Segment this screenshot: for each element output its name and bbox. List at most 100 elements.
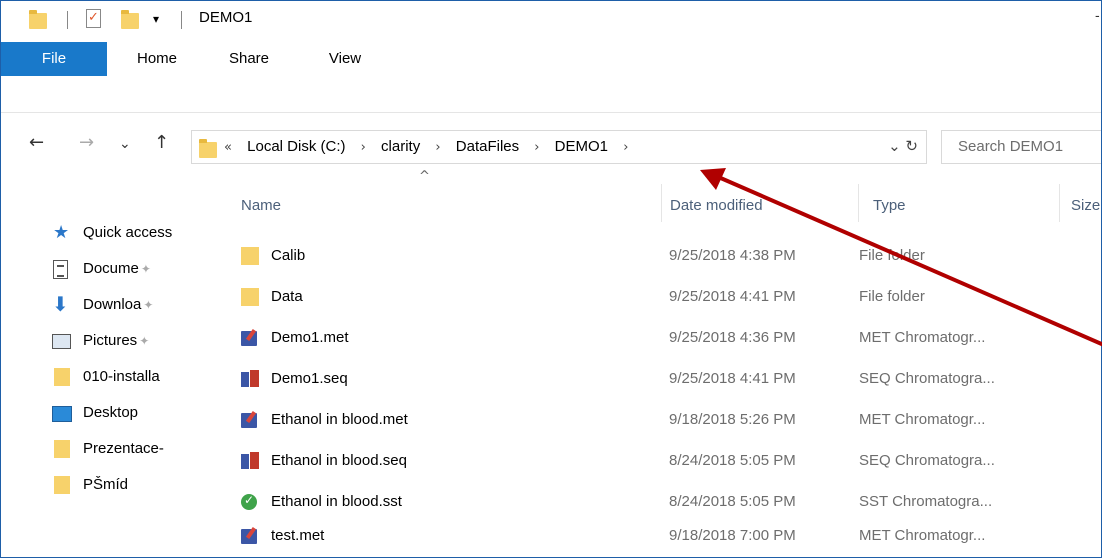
breadcrumb-overflow[interactable]: « [224,140,232,155]
file-date: 9/18/2018 5:26 PM [669,411,796,428]
search-placeholder: Search DEMO1 [958,138,1064,155]
seq-file-icon [241,452,259,470]
folder-icon [54,368,70,386]
new-folder-icon[interactable] [121,10,139,29]
chevron-right-icon[interactable]: › [361,140,366,155]
breadcrumb-datafiles[interactable]: DataFiles [456,138,519,155]
up-arrow-icon[interactable]: ↑ [154,132,169,153]
address-history-dropdown-icon[interactable]: ⌄ [888,137,901,155]
file-date: 8/24/2018 5:05 PM [669,452,796,469]
sidebar-item-label: Prezentace- [83,440,164,457]
sidebar-item-label: PŠmíd [83,476,129,493]
column-header-date-modified[interactable]: Date modified [670,197,763,214]
pin-icon[interactable]: ✦ [141,262,151,276]
file-name: Demo1.seq [271,370,348,387]
tab-share[interactable]: Share [219,42,279,76]
star-icon: ★ [53,222,70,243]
chevron-right-icon[interactable]: › [534,140,539,155]
forward-arrow-icon[interactable]: → [79,132,94,153]
breadcrumb-clarity[interactable]: clarity [381,138,420,155]
sidebar-item-desktop[interactable]: Desktop [1,400,207,428]
address-tools: ⌄ ↻ [888,137,918,155]
file-date: 9/25/2018 4:36 PM [669,329,796,346]
file-row[interactable]: Ethanol in blood.sst 8/24/2018 5:05 PM S… [231,488,1101,518]
file-row[interactable]: Ethanol in blood.seq 8/24/2018 5:05 PM S… [231,447,1101,477]
tab-file[interactable]: File [1,42,107,76]
divider [67,11,68,29]
chevron-right-icon[interactable]: › [623,140,628,155]
minimize-button[interactable]: - [1095,7,1100,23]
sst-file-icon [241,493,257,510]
tab-view[interactable]: View [319,42,371,76]
file-type: SEQ Chromatogra... [859,452,995,469]
breadcrumb: « Local Disk (C:) › clarity › DataFiles … [224,138,639,155]
refresh-icon[interactable]: ↻ [905,137,918,155]
sidebar-item-documents[interactable]: Docume ✦ [1,256,207,284]
column-header-type[interactable]: Type [873,197,906,214]
file-name: Calib [271,247,306,264]
file-type: MET Chromatogr... [859,329,986,346]
column-header-size[interactable]: Size [1071,197,1100,214]
file-date: 9/25/2018 4:41 PM [669,370,796,387]
sidebar-item-downloads[interactable]: ⬇ Downloa ✦ [1,292,207,320]
title-bar: ▾ DEMO1 - [1,1,1101,38]
folder-icon [199,139,217,158]
file-name: Ethanol in blood.seq [271,452,407,469]
quick-access-dropdown-icon[interactable]: ▾ [153,12,159,26]
chevron-right-icon[interactable]: › [435,140,440,155]
file-row[interactable]: Ethanol in blood.met 9/18/2018 5:26 PM M… [231,406,1101,436]
sidebar-item-label: 010-installa [83,368,160,385]
explorer-window: ▾ DEMO1 - File Home Share View ← → ⌄ ↑ «… [0,0,1102,558]
desktop-icon [52,406,72,422]
sidebar-item-010-installa[interactable]: 010-installa [1,364,207,392]
file-row[interactable]: Demo1.seq 9/25/2018 4:41 PM SEQ Chromato… [231,365,1101,395]
pin-icon[interactable]: ✦ [139,334,149,348]
back-arrow-icon[interactable]: ← [29,132,44,153]
folder-icon [241,247,259,265]
column-header-name[interactable]: Name [241,197,281,214]
file-date: 8/24/2018 5:05 PM [669,493,796,510]
sort-ascending-icon: ^ [419,169,430,184]
sidebar-item-pictures[interactable]: Pictures ✦ [1,328,207,356]
ribbon-divider [1,112,1101,113]
file-row[interactable]: Data 9/25/2018 4:41 PM File folder [231,283,1101,313]
file-date: 9/25/2018 4:41 PM [669,288,796,305]
tab-home[interactable]: Home [127,42,187,76]
folder-icon [29,10,47,29]
folder-icon [54,440,70,458]
file-type: File folder [859,288,925,305]
file-row[interactable]: Demo1.met 9/25/2018 4:36 PM MET Chromato… [231,324,1101,354]
properties-icon[interactable] [86,9,101,28]
recent-locations-icon[interactable]: ⌄ [119,136,131,152]
sidebar-item-label: Docume [83,260,139,277]
column-divider[interactable] [661,184,662,222]
column-divider[interactable] [858,184,859,222]
sidebar-item-psmid[interactable]: PŠmíd [1,472,207,500]
file-row[interactable]: test.met 9/18/2018 7:00 PM MET Chromatog… [231,522,1101,552]
sidebar-item-label: Pictures [83,332,138,349]
column-divider[interactable] [1059,184,1060,222]
file-row[interactable]: Calib 9/25/2018 4:38 PM File folder [231,242,1101,272]
file-name: Ethanol in blood.met [271,411,408,428]
divider [181,11,182,29]
sidebar-item-label: Downloa [83,296,142,313]
sidebar-item-label: Desktop [83,404,139,421]
navigation-bar: ← → ⌄ ↑ « Local Disk (C:) › clarity › Da… [1,128,1101,166]
file-name: Ethanol in blood.sst [271,493,402,510]
file-type: MET Chromatogr... [859,527,986,544]
breadcrumb-local-disk[interactable]: Local Disk (C:) [247,138,345,155]
pin-icon[interactable]: ✦ [143,298,153,312]
sidebar-item-prezentace[interactable]: Prezentace- [1,436,207,464]
sidebar-item-quick-access[interactable]: ★ Quick access [1,220,207,248]
met-file-icon [241,527,259,545]
file-type: SEQ Chromatogra... [859,370,995,387]
file-type: File folder [859,247,925,264]
address-bar[interactable]: « Local Disk (C:) › clarity › DataFiles … [191,130,927,164]
search-input[interactable]: Search DEMO1 [941,130,1101,164]
file-name: test.met [271,527,325,544]
window-title: DEMO1 [199,9,253,26]
sidebar-item-label: Quick access [83,224,173,241]
file-date: 9/25/2018 4:38 PM [669,247,796,264]
seq-file-icon [241,370,259,388]
breadcrumb-demo1[interactable]: DEMO1 [555,138,608,155]
